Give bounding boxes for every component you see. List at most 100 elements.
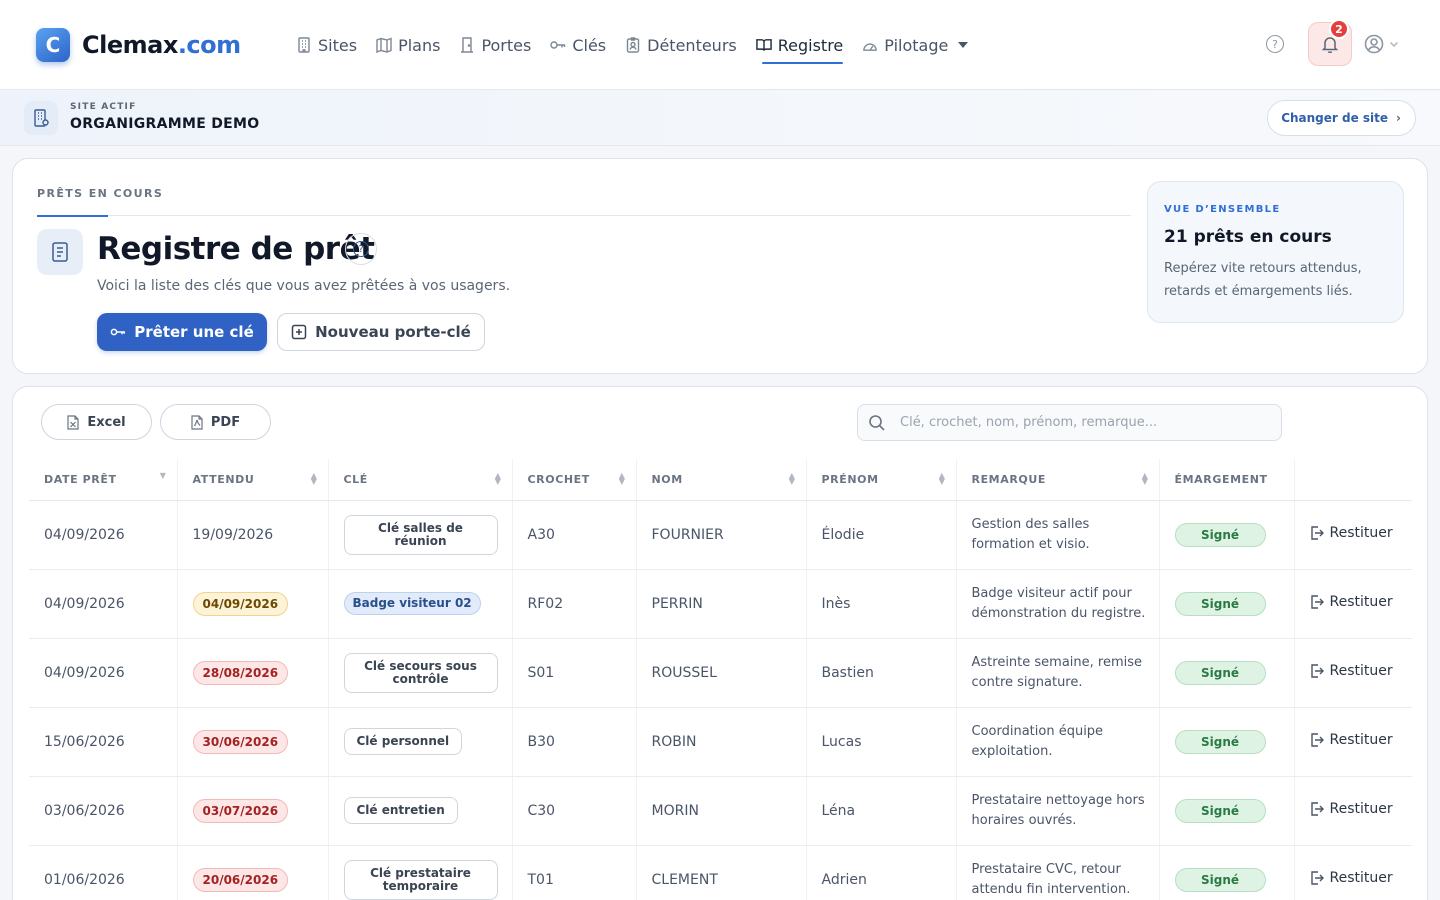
change-site-label: Changer de site — [1281, 111, 1389, 125]
key-icon — [110, 326, 126, 338]
key-tag[interactable]: Clé prestataire temporaire — [343, 859, 498, 900]
restore-button[interactable]: Restituer — [1310, 870, 1393, 886]
help-icon[interactable]: ? — [1266, 35, 1284, 53]
first-name-cell: Inès — [806, 569, 957, 639]
nav-item-pilotage[interactable]: Pilotage — [862, 30, 969, 60]
nav-item-detenteurs[interactable]: Détenteurs — [625, 30, 737, 60]
excel-label: Excel — [87, 414, 126, 430]
return-icon — [1310, 733, 1324, 747]
change-site-button[interactable]: Changer de site › — [1267, 100, 1416, 136]
search-input[interactable] — [900, 415, 1260, 430]
return-icon — [1310, 802, 1324, 816]
brand-logo[interactable]: C Clemax.com — [36, 28, 241, 62]
signature-status-badge: Signé — [1174, 522, 1266, 547]
overview-text: Repérez vite retours attendus, retards e… — [1164, 261, 1362, 299]
col-header-date[interactable]: DATE PRÊT ▼ — [29, 459, 178, 501]
loan-date: 03/06/2026 — [29, 776, 178, 846]
remark-cell: Coordination équipe exploitation. — [956, 707, 1160, 777]
badge-icon — [625, 37, 641, 53]
col-header-key[interactable]: CLÉ ▲ ▼ — [328, 459, 513, 501]
export-pdf-button[interactable]: PDF — [160, 404, 271, 440]
export-excel-button[interactable]: Excel — [41, 404, 152, 440]
table-row: 03/06/2026 03/07/2026 Clé entretien C30 … — [29, 776, 1412, 846]
building-icon — [296, 37, 312, 53]
notifications-button[interactable]: 2 — [1308, 19, 1352, 66]
table-row: 04/09/2026 04/09/2026 Badge visiteur 02 … — [29, 569, 1412, 639]
restore-button[interactable]: Restituer — [1310, 732, 1393, 748]
return-icon — [1310, 871, 1324, 885]
nav-label: Portes — [481, 35, 532, 55]
search-box[interactable] — [857, 404, 1282, 441]
restore-button[interactable]: Restituer — [1310, 525, 1393, 541]
expected-date-late-badge: 30/06/2026 — [192, 729, 289, 754]
new-keyring-button[interactable]: Nouveau porte-clé — [277, 313, 485, 351]
chevron-down-icon — [958, 42, 969, 48]
nav-label: Clés — [572, 35, 607, 55]
col-header-first-name[interactable]: PRÉNOM ▲ ▼ — [806, 459, 957, 501]
registry-header-card: PRÊTS EN COURS Registre de prêt ? Voici … — [12, 158, 1428, 374]
col-header-actions — [1294, 459, 1412, 501]
remark-cell: Astreinte semaine, remise contre signatu… — [956, 638, 1160, 708]
nav-item-plans[interactable]: Plans — [376, 30, 440, 60]
hook-cell: B30 — [512, 707, 637, 777]
expected-date: 19/09/2026 — [177, 500, 329, 570]
pdf-label: PDF — [210, 414, 241, 430]
col-header-expected[interactable]: ATTENDU ▲ ▼ — [177, 459, 329, 501]
col-header-remark[interactable]: REMARQUE ▲ ▼ — [956, 459, 1160, 501]
signature-status-badge: Signé — [1174, 660, 1266, 685]
first-name-cell: Adrien — [806, 845, 957, 900]
overview-panel: VUE D’ENSEMBLE 21 prêts en cours Repérez… — [1147, 181, 1404, 323]
key-tag[interactable]: Clé personnel — [343, 728, 463, 755]
key-tag[interactable]: Clé salles de réunion — [343, 514, 498, 555]
last-name-cell: ROBIN — [636, 707, 807, 777]
user-menu[interactable] — [1364, 34, 1400, 54]
col-header-hook[interactable]: CROCHET ▲ ▼ — [512, 459, 637, 501]
table-header-row: DATE PRÊT ▼ ATTENDU ▲ ▼ CLÉ ▲ ▼ CROCHET ▲ ▼ NOM… — [29, 459, 1412, 501]
hook-cell: A30 — [512, 500, 637, 570]
help-button[interactable]: ? — [345, 233, 377, 265]
loans-table-card: Excel PDF DATE PRÊT▼ ATTENDU▲▼ CLÉ▲▼ CRO… — [12, 386, 1428, 900]
loan-date: 04/09/2026 — [29, 569, 178, 639]
nav-item-sites[interactable]: Sites — [296, 30, 357, 60]
expected-date-late-badge: 28/08/2026 — [192, 660, 289, 685]
key-tag[interactable]: Badge visiteur 02 — [343, 592, 481, 615]
loan-date: 04/09/2026 — [29, 638, 178, 708]
lend-key-button[interactable]: Prêter une clé — [97, 313, 267, 351]
nav-item-cles[interactable]: Clés — [550, 30, 606, 60]
col-header-signature: ÉMARGEMENT — [1159, 459, 1295, 501]
remark-cell: Badge visiteur actif pour démonstration … — [956, 569, 1160, 639]
nav-item-registre[interactable]: Registre — [755, 30, 844, 64]
sort-icon: ▲ ▼ — [938, 471, 946, 486]
table-row: 04/09/2026 19/09/2026 Clé salles de réun… — [29, 500, 1412, 570]
restore-button[interactable]: Restituer — [1310, 801, 1393, 817]
last-name-cell: FOURNIER — [636, 500, 807, 570]
nav-item-portes[interactable]: Portes — [459, 30, 531, 60]
last-name-cell: CLEMENT — [636, 845, 807, 900]
sort-icon: ▲ ▼ — [310, 471, 318, 486]
remark-cell: Gestion des salles formation et visio. — [956, 500, 1160, 570]
return-icon — [1310, 595, 1324, 609]
remark-cell: Prestataire CVC, retour attendu fin inte… — [956, 845, 1160, 900]
restore-button[interactable]: Restituer — [1310, 663, 1393, 679]
restore-button[interactable]: Restituer — [1310, 594, 1393, 610]
top-navigation-bar: C Clemax.com Sites Plans Portes Clés Dét… — [0, 0, 1440, 90]
col-header-last-name[interactable]: NOM ▲ ▼ — [636, 459, 807, 501]
nav-label: Registre — [777, 35, 844, 55]
expected-date-due-badge: 04/09/2026 — [192, 591, 289, 616]
hook-cell: S01 — [512, 638, 637, 708]
pdf-file-icon — [191, 414, 203, 430]
table-row: 04/09/2026 28/08/2026 Clé secours sous c… — [29, 638, 1412, 708]
signature-status-badge: Signé — [1174, 729, 1266, 754]
gauge-icon — [862, 37, 878, 53]
key-tag[interactable]: Clé entretien — [343, 797, 458, 824]
door-icon — [459, 37, 475, 53]
page-title: Registre de prêt — [97, 231, 375, 267]
main-nav: Sites Plans Portes Clés Détenteurs Regis… — [296, 30, 987, 64]
nav-label: Plans — [398, 35, 441, 55]
chevron-down-icon — [1389, 41, 1399, 48]
logo-mark-icon: C — [36, 28, 70, 62]
expected-date-late-badge: 03/07/2026 — [192, 798, 289, 823]
loan-date: 01/06/2026 — [29, 845, 178, 900]
key-tag[interactable]: Clé secours sous contrôle — [343, 652, 498, 693]
divider — [37, 215, 1131, 216]
